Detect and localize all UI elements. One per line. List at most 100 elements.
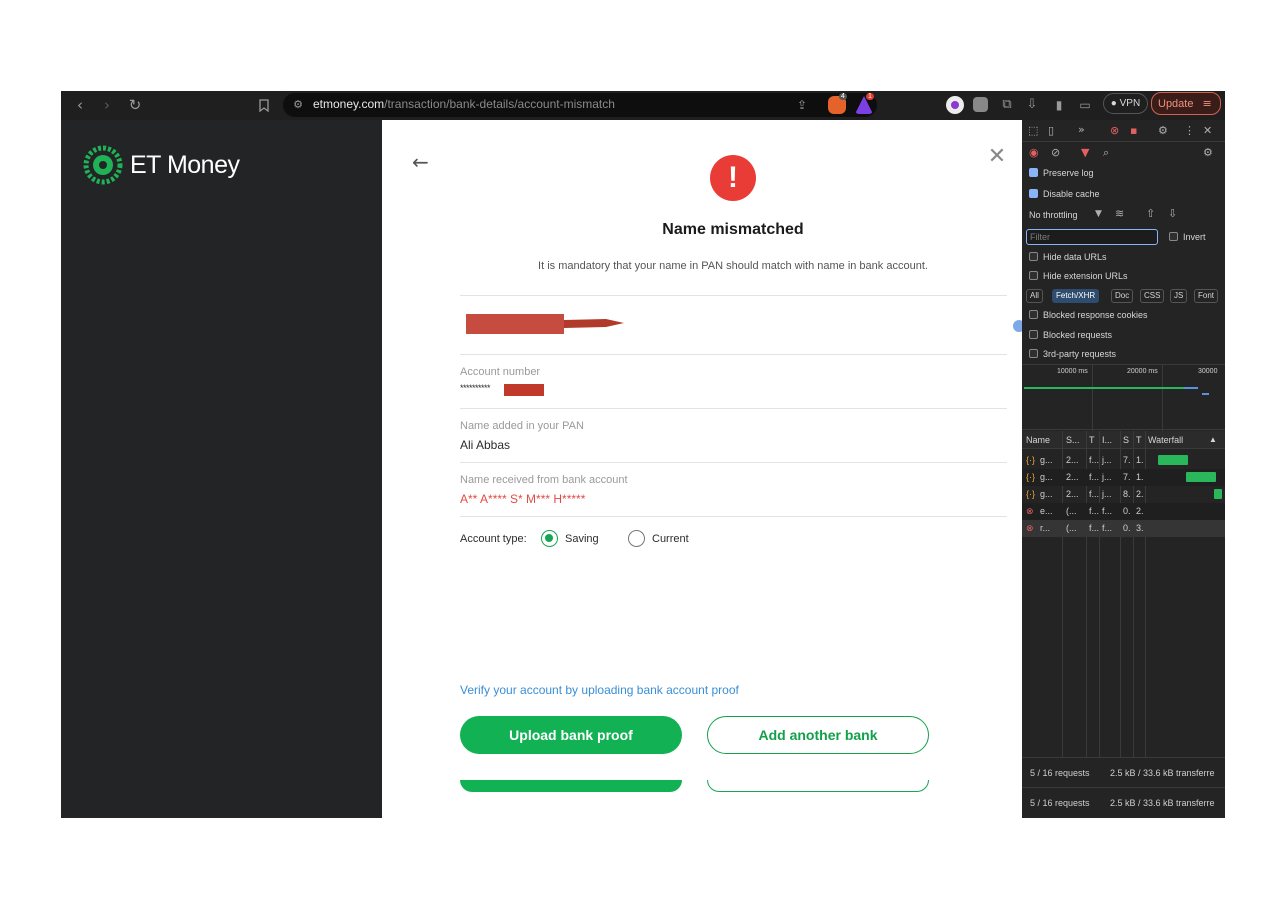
request-row[interactable]: {·} g... 2... f... j... 7. 1.	[1022, 469, 1225, 486]
request-name: g...	[1040, 472, 1053, 482]
import-har-icon[interactable]: ⇧	[1146, 207, 1155, 221]
back-icon[interactable]: ‹	[70, 95, 90, 115]
rewards-badge: 1	[866, 93, 874, 100]
waterfall-bar	[1158, 455, 1188, 465]
xhr-icon: {·}	[1026, 489, 1036, 499]
network-conditions-icon[interactable]: ≋	[1115, 207, 1124, 221]
chip-fetch-xhr[interactable]: Fetch/XHR	[1052, 289, 1100, 303]
settings-icon[interactable]: ⚙	[1158, 124, 1168, 138]
col-type[interactable]: T	[1089, 435, 1095, 445]
request-name: g...	[1040, 489, 1053, 499]
filter-icon[interactable]: ▼	[1081, 146, 1089, 160]
bank-name-value: A** A**** S* M*** H*****	[460, 492, 586, 506]
forward-icon[interactable]: ›	[97, 95, 117, 115]
col-name[interactable]: Name	[1026, 435, 1050, 445]
network-summary-duplicate: 5 / 16 requests 2.5 kB / 33.6 kB transfe…	[1022, 787, 1225, 818]
filter-input[interactable]: Filter	[1026, 229, 1158, 245]
divider	[460, 516, 1007, 517]
reload-icon[interactable]: ↻	[125, 95, 145, 115]
chip-font[interactable]: Font	[1194, 289, 1219, 303]
error-icon: ⊗	[1026, 523, 1034, 533]
col-initiator[interactable]: I...	[1102, 435, 1112, 445]
request-row[interactable]: {·} g... 2... f... j... 7. 1.	[1022, 452, 1225, 469]
export-har-icon[interactable]: ⇩	[1168, 207, 1177, 221]
timeline-overview[interactable]: 10000 ms 20000 ms 30000	[1022, 364, 1225, 431]
bookmark-icon[interactable]	[254, 95, 274, 115]
update-label: Update	[1158, 98, 1194, 110]
preserve-log-checkbox[interactable]	[1029, 168, 1038, 177]
issues-icon[interactable]: ▪	[1130, 124, 1137, 138]
download-icon[interactable]: ⇩	[1022, 95, 1042, 115]
col-waterfall[interactable]: Waterfall	[1148, 435, 1183, 445]
request-name: g...	[1040, 455, 1053, 465]
brand-name: ET Money	[130, 151, 240, 179]
col-size[interactable]: S	[1123, 435, 1129, 445]
share-icon[interactable]: ⇪	[792, 95, 812, 115]
request-row[interactable]: ⊗ e... (... f... f... 0. 2.	[1022, 503, 1225, 520]
kebab-menu-icon[interactable]: ⋮	[1184, 124, 1195, 138]
hide-data-urls-checkbox[interactable]	[1029, 252, 1038, 261]
wallet-icon[interactable]: ▭	[1075, 95, 1095, 115]
request-initiator: j...	[1102, 472, 1112, 482]
current-radio[interactable]	[628, 530, 645, 547]
chip-all[interactable]: All	[1026, 289, 1043, 303]
hide-extension-urls-checkbox[interactable]	[1029, 271, 1038, 280]
url-text[interactable]: etmoney.com/transaction/bank-details/acc…	[313, 97, 615, 111]
current-label[interactable]: Current	[652, 533, 689, 545]
col-time[interactable]: T	[1136, 435, 1142, 445]
profile-extension-icon[interactable]	[946, 96, 964, 114]
disable-cache-checkbox[interactable]	[1029, 189, 1038, 198]
error-count-icon[interactable]: ⊗	[1110, 124, 1119, 138]
record-icon[interactable]: ◉	[1029, 146, 1039, 160]
menu-icon: ≡	[1202, 97, 1212, 110]
back-arrow-icon[interactable]: ←	[412, 150, 436, 174]
account-number-value: **********	[460, 383, 491, 393]
search-icon[interactable]: ⌕	[1103, 146, 1109, 160]
redacted-bank-name	[466, 314, 624, 334]
request-row-selected[interactable]: ⊗ r... (... f... f... 0. 3.	[1022, 520, 1225, 537]
verify-account-link[interactable]: Verify your account by uploading bank ac…	[460, 683, 739, 697]
col-status[interactable]: S...	[1066, 435, 1080, 445]
add-another-bank-button[interactable]: Add another bank	[707, 716, 929, 754]
request-row[interactable]: {·} g... 2... f... j... 8. 2.	[1022, 486, 1225, 503]
upload-bank-proof-button[interactable]: Upload bank proof	[460, 716, 682, 754]
extension-icon[interactable]	[973, 97, 988, 112]
vpn-label: VPN	[1119, 98, 1141, 109]
request-initiator: j...	[1102, 455, 1112, 465]
site-settings-icon[interactable]: ⚙	[288, 95, 308, 115]
waterfall-bar	[1186, 472, 1216, 482]
hide-data-urls-label: Hide data URLs	[1043, 252, 1107, 262]
throttling-dropdown-icon[interactable]: ▼	[1095, 207, 1102, 221]
request-name: e...	[1040, 506, 1053, 516]
throttling-select[interactable]: No throttling	[1029, 210, 1078, 220]
invert-label: Invert	[1183, 232, 1206, 242]
request-size: 0.	[1123, 506, 1131, 516]
clear-icon[interactable]: ⊘	[1051, 146, 1060, 160]
chip-doc[interactable]: Doc	[1111, 289, 1134, 303]
more-tabs-icon[interactable]: »	[1078, 123, 1085, 137]
blocked-requests-checkbox[interactable]	[1029, 330, 1038, 339]
blocked-cookies-checkbox[interactable]	[1029, 310, 1038, 319]
inspect-icon[interactable]: ⬚	[1028, 124, 1038, 138]
chip-js[interactable]: JS	[1170, 289, 1188, 303]
browser-toolbar: ‹ › ↻ ⚙ etmoney.com/transaction/bank-det…	[61, 91, 1225, 120]
network-settings-icon[interactable]: ⚙	[1203, 146, 1213, 160]
saving-label[interactable]: Saving	[565, 533, 599, 545]
close-devtools-icon[interactable]: ✕	[1203, 124, 1212, 138]
xhr-icon: {·}	[1026, 472, 1036, 482]
device-toggle-icon[interactable]: ▯	[1048, 124, 1054, 138]
close-icon[interactable]: ✕	[984, 144, 1010, 170]
vpn-button[interactable]: ● VPN	[1103, 93, 1148, 114]
third-party-checkbox[interactable]	[1029, 349, 1038, 358]
sidebar-toggle-icon[interactable]: ▮	[1049, 95, 1069, 115]
saving-radio[interactable]	[541, 530, 558, 547]
chip-css[interactable]: CSS	[1140, 289, 1165, 303]
puzzle-icon[interactable]: ⧉	[997, 95, 1017, 115]
waterfall-bar	[1214, 489, 1222, 499]
sort-up-icon[interactable]: ▲	[1209, 435, 1217, 444]
update-button[interactable]: Update ≡	[1151, 92, 1221, 115]
request-initiator: j...	[1102, 489, 1112, 499]
invert-checkbox[interactable]	[1169, 232, 1178, 241]
address-bar[interactable]: ⚙ etmoney.com/transaction/bank-details/a…	[283, 93, 877, 117]
request-size: 7.	[1123, 455, 1131, 465]
